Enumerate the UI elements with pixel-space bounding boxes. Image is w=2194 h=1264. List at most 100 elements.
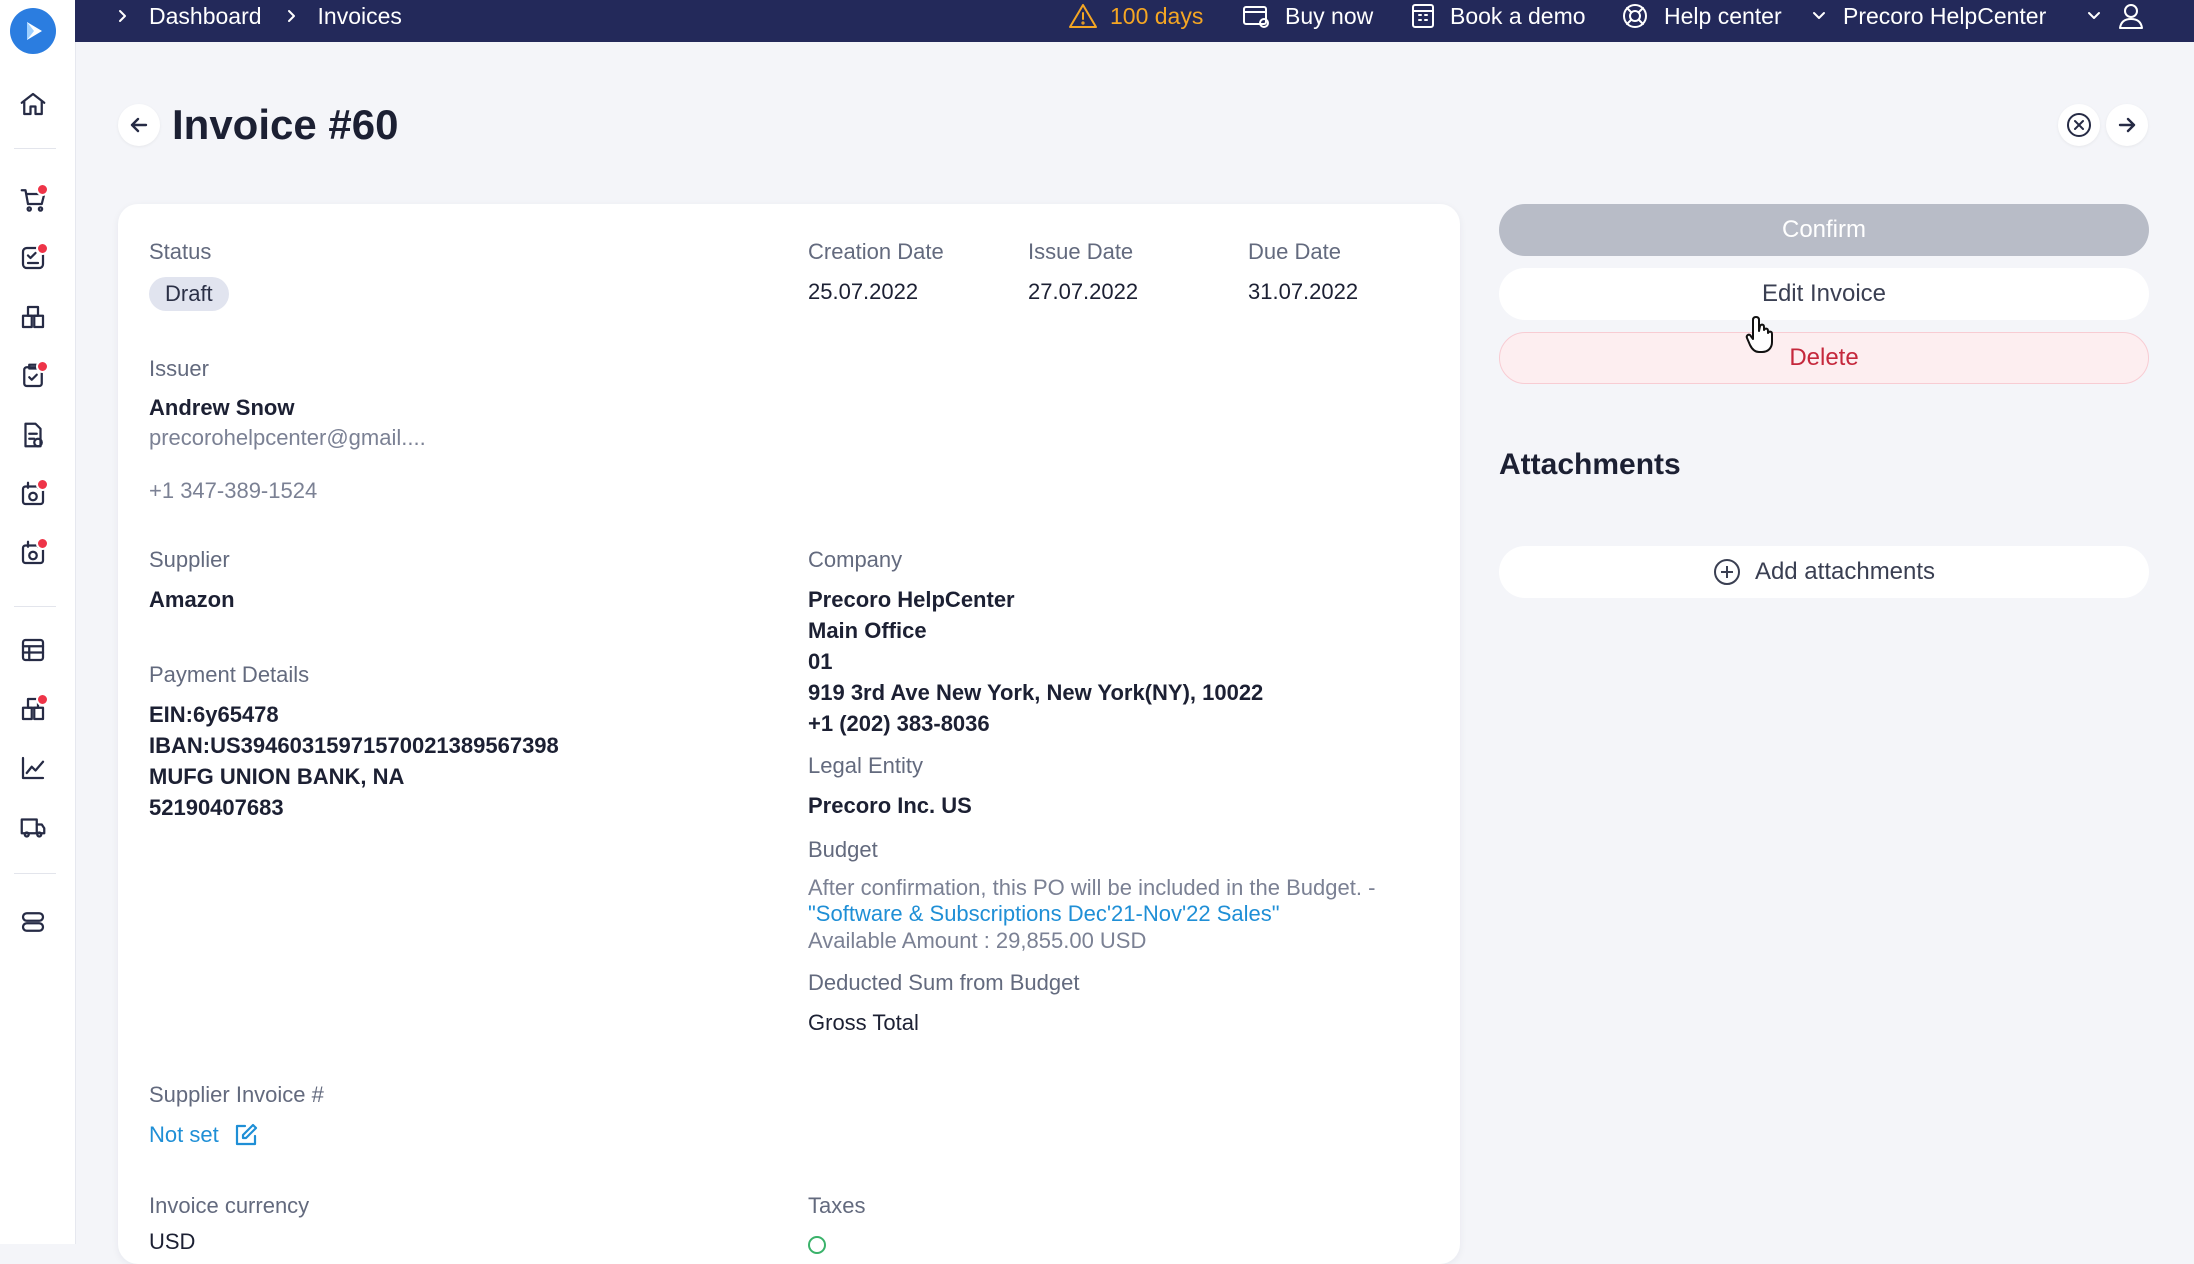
invoice-details-card: Status Draft Creation Date 25.07.2022 Is… bbox=[118, 204, 1460, 1264]
book-demo-label: Book a demo bbox=[1450, 2, 1586, 29]
warning-icon bbox=[1069, 4, 1097, 28]
catalog-icon[interactable] bbox=[16, 692, 50, 726]
payment-line: EIN:6y65478 bbox=[149, 702, 279, 727]
payment-line: IBAN:US39460315971570021389567398 bbox=[149, 733, 559, 758]
arrow-right-icon bbox=[2118, 117, 2136, 133]
invoice-icon[interactable] bbox=[16, 477, 50, 511]
document-icon[interactable] bbox=[16, 418, 50, 452]
deducted-sum-label: Deducted Sum from Budget bbox=[808, 970, 1080, 995]
edit-invoice-button[interactable]: Edit Invoice bbox=[1499, 268, 2149, 320]
budget-icon[interactable] bbox=[16, 633, 50, 667]
payment-details-label: Payment Details bbox=[149, 662, 310, 687]
supplier-invoice-edit[interactable]: Not set bbox=[149, 1122, 259, 1148]
breadcrumb: Dashboard Invoices bbox=[115, 0, 402, 32]
chevron-down-icon bbox=[2088, 12, 2100, 19]
add-attachments-label: Add attachments bbox=[1754, 558, 1936, 585]
issue-date-value: 27.07.2022 bbox=[1028, 279, 1139, 304]
buy-now-label: Buy now bbox=[1285, 2, 1374, 29]
company-line: 919 3rd Ave New York, New York(NY), 1002… bbox=[808, 680, 1264, 705]
delivery-icon[interactable] bbox=[16, 810, 50, 844]
budget-available-amount: Available Amount : 29,855.00 USD bbox=[808, 928, 1147, 953]
company-line: +1 (202) 383-8036 bbox=[808, 711, 990, 736]
notification-dot bbox=[36, 183, 49, 196]
back-button[interactable] bbox=[118, 104, 160, 146]
budget-label: Budget bbox=[808, 837, 878, 862]
user-menu[interactable] bbox=[2086, 0, 2146, 32]
due-date-label: Due Date bbox=[1248, 239, 1341, 264]
company-switcher[interactable]: Precoro HelpCenter bbox=[1811, 0, 2046, 32]
issuer-name: Andrew Snow bbox=[149, 395, 295, 420]
add-attachments-button[interactable]: Add attachments bbox=[1499, 546, 2149, 598]
precoro-logo[interactable] bbox=[10, 8, 56, 54]
page-header: Invoice #60 bbox=[118, 98, 398, 152]
sidebar-divider bbox=[14, 873, 56, 874]
trial-days-indicator[interactable]: 100 days bbox=[1068, 0, 1203, 32]
breadcrumb-invoices[interactable]: Invoices bbox=[318, 3, 402, 30]
legal-entity-label: Legal Entity bbox=[808, 753, 923, 778]
settings-icon[interactable] bbox=[16, 905, 50, 939]
supplier-invoice-label: Supplier Invoice # bbox=[149, 1082, 324, 1107]
issuer-email: precorohelpcenter@gmail.... bbox=[149, 425, 426, 450]
supplier-invoice-value: Not set bbox=[149, 1122, 219, 1147]
credit-card-icon bbox=[1243, 6, 1269, 28]
warehouse-icon[interactable] bbox=[16, 300, 50, 334]
supplier-label: Supplier bbox=[149, 547, 230, 572]
notification-dot bbox=[36, 478, 49, 491]
next-button[interactable] bbox=[2106, 104, 2148, 146]
page-title: Invoice #60 bbox=[172, 101, 399, 148]
confirm-button[interactable]: Confirm bbox=[1499, 204, 2149, 256]
approvals-icon[interactable] bbox=[16, 241, 50, 275]
delete-button[interactable]: Delete bbox=[1499, 332, 2149, 384]
book-demo-link[interactable]: Book a demo bbox=[1408, 0, 1586, 32]
chevron-right-icon bbox=[287, 10, 295, 22]
help-center-label: Help center bbox=[1664, 2, 1782, 29]
arrow-left-icon bbox=[130, 117, 148, 133]
analytics-icon[interactable] bbox=[16, 751, 50, 785]
receipt-check-icon[interactable] bbox=[16, 359, 50, 393]
creation-date-label: Creation Date bbox=[808, 239, 944, 264]
help-center-link[interactable]: Help center bbox=[1620, 0, 1782, 32]
sidebar bbox=[0, 0, 76, 1244]
cart-icon[interactable] bbox=[16, 182, 50, 216]
due-date-value: 31.07.2022 bbox=[1248, 279, 1359, 304]
issuer-phone: +1 347-389-1524 bbox=[149, 478, 318, 503]
status-badge: Draft bbox=[149, 277, 229, 311]
calendar-icon bbox=[1412, 4, 1434, 28]
status-label: Status bbox=[149, 239, 212, 264]
close-button[interactable] bbox=[2058, 104, 2100, 146]
notification-dot bbox=[36, 360, 49, 373]
notification-dot bbox=[36, 537, 49, 550]
attachments-title: Attachments bbox=[1499, 448, 1681, 481]
issue-date-label: Issue Date bbox=[1028, 239, 1134, 264]
payment-line: 52190407683 bbox=[149, 795, 284, 820]
deducted-sum-value: Gross Total bbox=[808, 1010, 919, 1035]
taxes-toggle-icon[interactable] bbox=[808, 1236, 826, 1254]
top-bar: Dashboard Invoices 100 days Buy now Book… bbox=[75, 0, 2194, 42]
company-label: Company bbox=[808, 547, 903, 572]
hand-pointer-cursor bbox=[1744, 314, 1778, 359]
edit-icon[interactable] bbox=[233, 1122, 259, 1148]
payment-icon[interactable] bbox=[16, 536, 50, 570]
notification-dot bbox=[36, 242, 49, 255]
company-line: Main Office bbox=[808, 618, 927, 643]
notification-dot bbox=[36, 693, 49, 706]
taxes-label: Taxes bbox=[808, 1193, 866, 1218]
plus-circle-icon bbox=[1713, 559, 1740, 585]
invoice-currency-value: USD bbox=[149, 1229, 196, 1254]
breadcrumb-dashboard[interactable]: Dashboard bbox=[149, 3, 262, 30]
issuer-label: Issuer bbox=[149, 356, 209, 381]
home-icon[interactable] bbox=[16, 87, 50, 121]
supplier-name: Amazon bbox=[149, 587, 235, 612]
trial-days-text: 100 days bbox=[1110, 2, 1204, 29]
sidebar-divider bbox=[14, 606, 56, 607]
payment-line: MUFG UNION BANK, NA bbox=[149, 764, 405, 789]
chevron-down-icon bbox=[1813, 12, 1825, 19]
company-line: Precoro HelpCenter bbox=[808, 587, 1015, 612]
creation-date-value: 25.07.2022 bbox=[808, 279, 919, 304]
buy-now-link[interactable]: Buy now bbox=[1241, 0, 1373, 32]
close-circle-icon bbox=[2067, 113, 2091, 137]
chevron-right-icon bbox=[119, 10, 126, 22]
budget-link[interactable]: "Software & Subscriptions Dec'21-Nov'22 … bbox=[808, 901, 1280, 927]
budget-note: After confirmation, this PO will be incl… bbox=[808, 875, 1376, 900]
company-line: 01 bbox=[808, 649, 833, 674]
